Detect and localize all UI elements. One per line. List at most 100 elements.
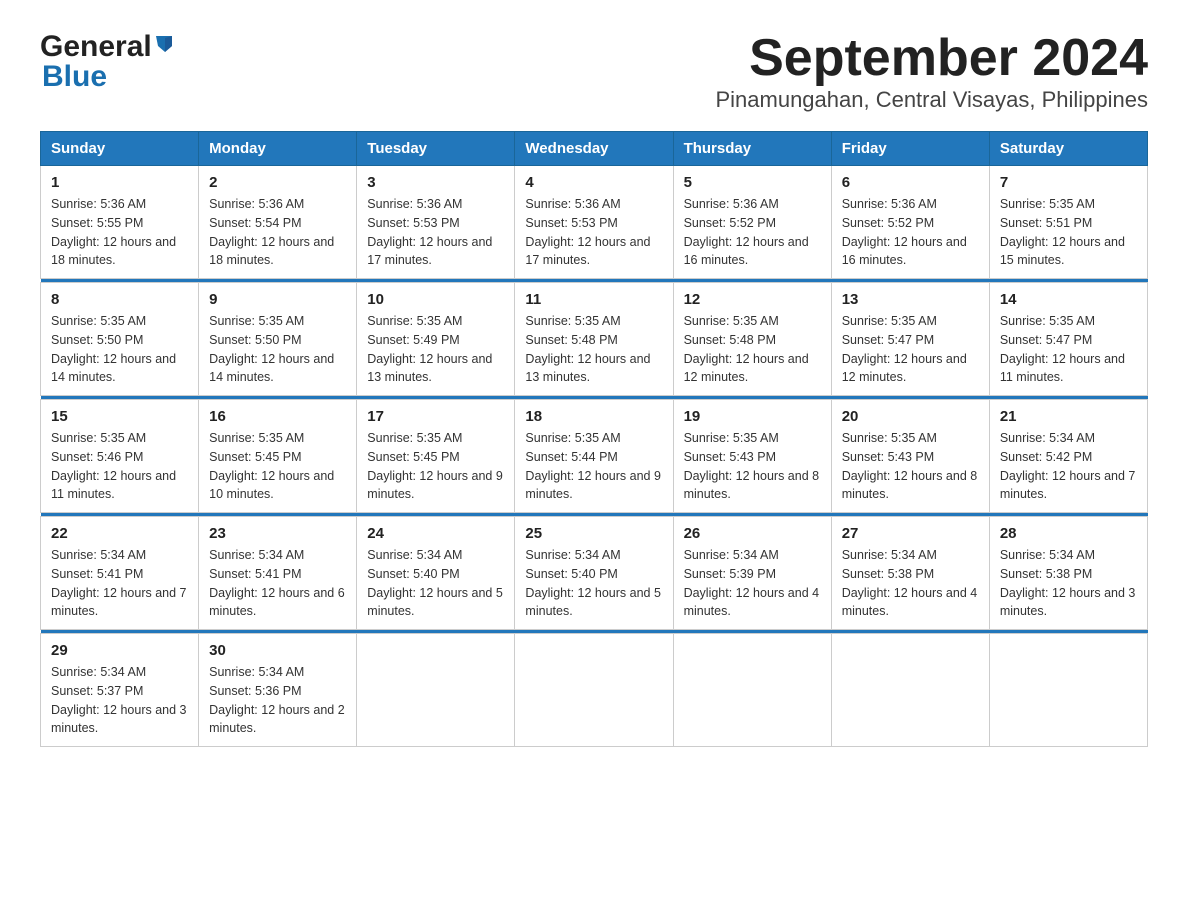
day-info: Sunrise: 5:35 AMSunset: 5:45 PMDaylight:… bbox=[367, 431, 503, 501]
day-info: Sunrise: 5:34 AMSunset: 5:40 PMDaylight:… bbox=[367, 548, 503, 618]
calendar-cell: 2Sunrise: 5:36 AMSunset: 5:54 PMDaylight… bbox=[199, 166, 357, 279]
day-info: Sunrise: 5:35 AMSunset: 5:47 PMDaylight:… bbox=[842, 314, 967, 384]
day-number: 18 bbox=[525, 408, 662, 425]
day-number: 21 bbox=[1000, 408, 1137, 425]
day-number: 10 bbox=[367, 291, 504, 308]
calendar-week-row: 15Sunrise: 5:35 AMSunset: 5:46 PMDayligh… bbox=[41, 400, 1148, 513]
calendar-cell: 14Sunrise: 5:35 AMSunset: 5:47 PMDayligh… bbox=[989, 283, 1147, 396]
day-info: Sunrise: 5:35 AMSunset: 5:44 PMDaylight:… bbox=[525, 431, 661, 501]
calendar-cell bbox=[831, 634, 989, 747]
day-number: 17 bbox=[367, 408, 504, 425]
day-number: 29 bbox=[51, 642, 188, 659]
day-number: 23 bbox=[209, 525, 346, 542]
day-info: Sunrise: 5:36 AMSunset: 5:52 PMDaylight:… bbox=[684, 197, 809, 267]
calendar-cell bbox=[357, 634, 515, 747]
header-tuesday: Tuesday bbox=[357, 132, 515, 166]
day-number: 3 bbox=[367, 174, 504, 191]
calendar-cell: 19 Sunrise: 5:35 AMSunset: 5:43 PMDayligh… bbox=[673, 400, 831, 513]
calendar-header-row: SundayMondayTuesdayWednesdayThursdayFrid… bbox=[41, 132, 1148, 166]
day-number: 12 bbox=[684, 291, 821, 308]
calendar-cell: 5 Sunrise: 5:36 AMSunset: 5:52 PMDaylight… bbox=[673, 166, 831, 279]
day-number: 30 bbox=[209, 642, 346, 659]
day-number: 1 bbox=[51, 174, 188, 191]
day-info: Sunrise: 5:34 AMSunset: 5:41 PMDaylight:… bbox=[209, 548, 345, 618]
header-sunday: Sunday bbox=[41, 132, 199, 166]
day-number: 16 bbox=[209, 408, 346, 425]
day-info: Sunrise: 5:34 AMSunset: 5:42 PMDaylight:… bbox=[1000, 431, 1136, 501]
logo-arrow-icon bbox=[154, 32, 176, 59]
page-header: General Blue September 2024 Pinamungahan… bbox=[40, 30, 1148, 113]
day-number: 8 bbox=[51, 291, 188, 308]
day-number: 28 bbox=[1000, 525, 1137, 542]
calendar-cell bbox=[673, 634, 831, 747]
calendar-cell: 12 Sunrise: 5:35 AMSunset: 5:48 PMDayligh… bbox=[673, 283, 831, 396]
calendar-cell: 6 Sunrise: 5:36 AMSunset: 5:52 PMDaylight… bbox=[831, 166, 989, 279]
calendar-week-row: 29Sunrise: 5:34 AMSunset: 5:37 PMDayligh… bbox=[41, 634, 1148, 747]
calendar-cell: 7 Sunrise: 5:35 AMSunset: 5:51 PMDaylight… bbox=[989, 166, 1147, 279]
title-block: September 2024 Pinamungahan, Central Vis… bbox=[715, 30, 1148, 113]
calendar-subtitle: Pinamungahan, Central Visayas, Philippin… bbox=[715, 87, 1148, 113]
calendar-cell: 27Sunrise: 5:34 AMSunset: 5:38 PMDayligh… bbox=[831, 517, 989, 630]
day-info: Sunrise: 5:35 AMSunset: 5:48 PMDaylight:… bbox=[525, 314, 650, 384]
day-number: 6 bbox=[842, 174, 979, 191]
day-info: Sunrise: 5:35 AMSunset: 5:49 PMDaylight:… bbox=[367, 314, 492, 384]
calendar-cell: 29Sunrise: 5:34 AMSunset: 5:37 PMDayligh… bbox=[41, 634, 199, 747]
day-info: Sunrise: 5:36 AMSunset: 5:53 PMDaylight:… bbox=[525, 197, 650, 267]
day-number: 14 bbox=[1000, 291, 1137, 308]
calendar-cell: 28Sunrise: 5:34 AMSunset: 5:38 PMDayligh… bbox=[989, 517, 1147, 630]
day-info: Sunrise: 5:35 AMSunset: 5:51 PMDaylight:… bbox=[1000, 197, 1125, 267]
day-info: Sunrise: 5:35 AMSunset: 5:45 PMDaylight:… bbox=[209, 431, 334, 501]
calendar-cell: 26 Sunrise: 5:34 AMSunset: 5:39 PMDayligh… bbox=[673, 517, 831, 630]
day-number: 22 bbox=[51, 525, 188, 542]
calendar-cell bbox=[989, 634, 1147, 747]
calendar-title: September 2024 bbox=[715, 30, 1148, 87]
calendar-cell: 10 Sunrise: 5:35 AMSunset: 5:49 PMDayligh… bbox=[357, 283, 515, 396]
day-info: Sunrise: 5:36 AMSunset: 5:53 PMDaylight:… bbox=[367, 197, 492, 267]
day-info: Sunrise: 5:35 AMSunset: 5:48 PMDaylight:… bbox=[684, 314, 809, 384]
header-thursday: Thursday bbox=[673, 132, 831, 166]
calendar-week-row: 1 Sunrise: 5:36 AMSunset: 5:55 PMDaylight… bbox=[41, 166, 1148, 279]
calendar-week-row: 8 Sunrise: 5:35 AMSunset: 5:50 PMDaylight… bbox=[41, 283, 1148, 396]
day-number: 25 bbox=[525, 525, 662, 542]
calendar-week-row: 22 Sunrise: 5:34 AMSunset: 5:41 PMDayligh… bbox=[41, 517, 1148, 630]
calendar-cell: 13 Sunrise: 5:35 AMSunset: 5:47 PMDayligh… bbox=[831, 283, 989, 396]
day-number: 5 bbox=[684, 174, 821, 191]
calendar-cell: 17 Sunrise: 5:35 AMSunset: 5:45 PMDayligh… bbox=[357, 400, 515, 513]
day-info: Sunrise: 5:34 AMSunset: 5:40 PMDaylight:… bbox=[525, 548, 661, 618]
header-monday: Monday bbox=[199, 132, 357, 166]
day-number: 20 bbox=[842, 408, 979, 425]
day-number: 13 bbox=[842, 291, 979, 308]
day-info: Sunrise: 5:36 AMSunset: 5:52 PMDaylight:… bbox=[842, 197, 967, 267]
calendar-cell: 8 Sunrise: 5:35 AMSunset: 5:50 PMDaylight… bbox=[41, 283, 199, 396]
day-number: 2 bbox=[209, 174, 346, 191]
calendar-cell: 4Sunrise: 5:36 AMSunset: 5:53 PMDaylight… bbox=[515, 166, 673, 279]
calendar-cell: 15Sunrise: 5:35 AMSunset: 5:46 PMDayligh… bbox=[41, 400, 199, 513]
day-info: Sunrise: 5:36 AMSunset: 5:55 PMDaylight:… bbox=[51, 197, 176, 267]
calendar-table: SundayMondayTuesdayWednesdayThursdayFrid… bbox=[40, 131, 1148, 747]
header-friday: Friday bbox=[831, 132, 989, 166]
day-number: 9 bbox=[209, 291, 346, 308]
calendar-cell: 30 Sunrise: 5:34 AMSunset: 5:36 PMDayligh… bbox=[199, 634, 357, 747]
day-info: Sunrise: 5:34 AMSunset: 5:36 PMDaylight:… bbox=[209, 665, 345, 735]
day-info: Sunrise: 5:35 AMSunset: 5:43 PMDaylight:… bbox=[684, 431, 820, 501]
day-info: Sunrise: 5:35 AMSunset: 5:50 PMDaylight:… bbox=[51, 314, 176, 384]
calendar-cell: 22Sunrise: 5:34 AMSunset: 5:41 PMDayligh… bbox=[41, 517, 199, 630]
header-saturday: Saturday bbox=[989, 132, 1147, 166]
day-number: 19 bbox=[684, 408, 821, 425]
logo: General Blue bbox=[40, 30, 176, 94]
day-info: Sunrise: 5:35 AMSunset: 5:43 PMDaylight:… bbox=[842, 431, 978, 501]
day-number: 7 bbox=[1000, 174, 1137, 191]
day-number: 11 bbox=[525, 291, 662, 308]
calendar-cell: 20 Sunrise: 5:35 AMSunset: 5:43 PMDayligh… bbox=[831, 400, 989, 513]
logo-general-text: General bbox=[40, 30, 152, 64]
calendar-cell: 24Sunrise: 5:34 AMSunset: 5:40 PMDayligh… bbox=[357, 517, 515, 630]
day-info: Sunrise: 5:34 AMSunset: 5:39 PMDaylight:… bbox=[684, 548, 820, 618]
header-wednesday: Wednesday bbox=[515, 132, 673, 166]
calendar-cell: 3 Sunrise: 5:36 AMSunset: 5:53 PMDaylight… bbox=[357, 166, 515, 279]
logo-blue-text: Blue bbox=[42, 60, 107, 94]
calendar-cell: 16 Sunrise: 5:35 AMSunset: 5:45 PMDayligh… bbox=[199, 400, 357, 513]
calendar-cell: 9Sunrise: 5:35 AMSunset: 5:50 PMDaylight… bbox=[199, 283, 357, 396]
day-number: 15 bbox=[51, 408, 188, 425]
day-number: 26 bbox=[684, 525, 821, 542]
calendar-cell: 21 Sunrise: 5:34 AMSunset: 5:42 PMDayligh… bbox=[989, 400, 1147, 513]
